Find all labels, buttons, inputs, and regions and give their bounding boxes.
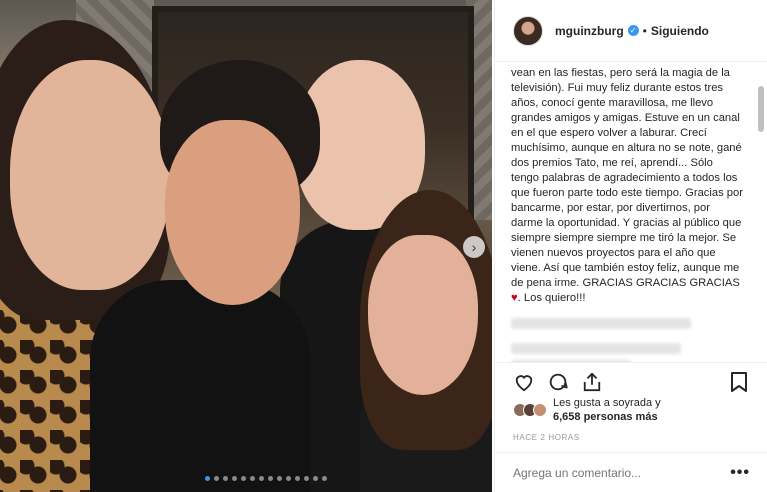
- liker-avatars: [513, 403, 547, 417]
- avatar[interactable]: [513, 15, 543, 46]
- carousel-dot: [313, 476, 318, 481]
- caption-end: . Los quiero!!!: [517, 292, 586, 304]
- more-options-icon[interactable]: •••: [730, 464, 750, 482]
- scroll-thumb[interactable]: [758, 86, 764, 132]
- following-button[interactable]: Siguiendo: [651, 24, 709, 38]
- person-2-face: [165, 120, 300, 305]
- carousel-dot: [214, 476, 219, 481]
- carousel-dot: [259, 476, 264, 481]
- carousel-dot: [277, 476, 282, 481]
- post-side-panel: mguinzburg ✓ • Siguiendo vean en las fie…: [494, 0, 767, 492]
- next-photo-button[interactable]: ›: [463, 236, 485, 258]
- likes-summary[interactable]: Les gusta a soyrada y 6,658 personas más: [513, 396, 661, 424]
- likes-line-1: Les gusta a soyrada y: [553, 397, 661, 409]
- likes-count[interactable]: 6,658 personas más: [553, 411, 658, 423]
- carousel-dot: [232, 476, 237, 481]
- carousel-dot: [241, 476, 246, 481]
- caption: vean en las fiestas, pero será la magia …: [495, 62, 757, 362]
- blurred-comment: [511, 318, 691, 329]
- carousel-dot: [268, 476, 273, 481]
- person-1-face: [10, 60, 170, 290]
- comment-box: •••: [495, 452, 767, 492]
- post-photo[interactable]: ›: [0, 0, 492, 492]
- person-2-body: [90, 280, 310, 492]
- caption-heart-emoji: ♥: [511, 292, 518, 304]
- comment-bubble-icon[interactable]: [545, 369, 571, 395]
- likes-text[interactable]: Les gusta a soyrada y 6,658 personas más: [553, 396, 661, 424]
- carousel-dots: [205, 476, 327, 481]
- carousel-dot: [223, 476, 228, 481]
- caption-text: vean en las fiestas, pero será la magia …: [511, 67, 743, 289]
- post-header: mguinzburg ✓ • Siguiendo: [495, 0, 767, 62]
- carousel-dot: [286, 476, 291, 481]
- carousel-dot: [295, 476, 300, 481]
- username-link[interactable]: mguinzburg: [555, 24, 624, 38]
- carousel-dot: [205, 476, 210, 481]
- timestamp[interactable]: HACE 2 HORAS: [513, 433, 580, 442]
- person-4-face: [368, 235, 478, 395]
- carousel-dot: [304, 476, 309, 481]
- avatar: [533, 403, 547, 417]
- comment-input[interactable]: [513, 465, 713, 480]
- bookmark-icon[interactable]: [726, 369, 752, 395]
- share-icon[interactable]: [579, 369, 605, 395]
- blurred-comment: [511, 343, 681, 354]
- caption-scrollbar[interactable]: [758, 66, 764, 356]
- carousel-dot: [250, 476, 255, 481]
- carousel-dot: [322, 476, 327, 481]
- action-bar: [495, 362, 767, 400]
- verified-badge-icon: ✓: [627, 25, 639, 36]
- heart-outline-icon[interactable]: [511, 369, 537, 395]
- header-separator: •: [642, 23, 647, 38]
